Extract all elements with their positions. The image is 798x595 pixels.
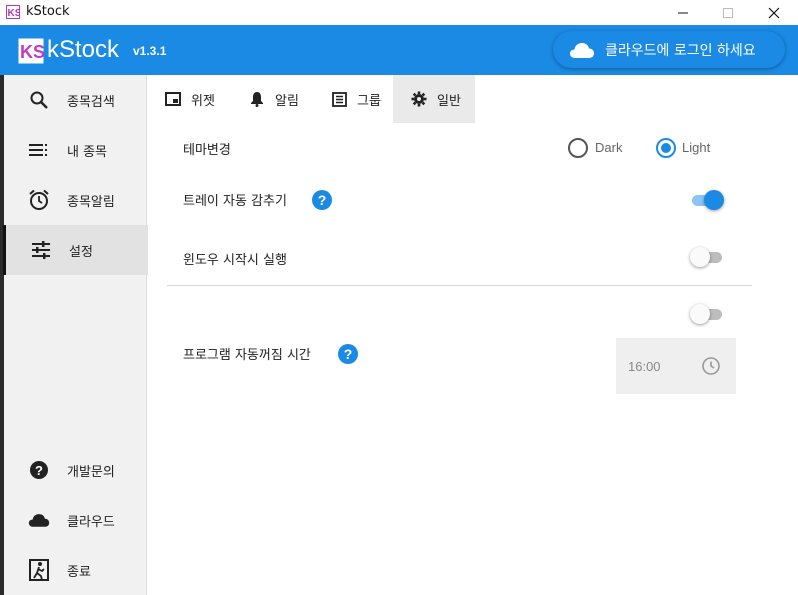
tab-widget[interactable]: 위젯 [155, 75, 233, 123]
sidebar-item-settings[interactable]: 설정 [3, 225, 148, 275]
auto-off-time-picker[interactable]: 16:00 [616, 338, 736, 394]
clock-icon [702, 357, 720, 375]
tab-label: 그룹 [357, 93, 381, 109]
app-name: kStock [47, 36, 120, 63]
sidebar-item-exit[interactable]: 종료 [4, 545, 146, 595]
list-icon [28, 139, 50, 161]
sidebar-item-my-stocks[interactable]: 내 종목 [4, 125, 146, 175]
cloud-login-button[interactable]: 클라우드에 로그인 하세요 [553, 31, 785, 68]
sidebar-item-label: 설정 [69, 244, 93, 260]
close-button[interactable] [751, 0, 796, 25]
window-title: kStock [26, 4, 70, 19]
tab-label: 위젯 [191, 93, 215, 109]
cloud-icon [28, 509, 50, 531]
sliders-icon [30, 239, 52, 261]
gear-icon [411, 91, 427, 107]
tray-hide-help-icon[interactable]: ? [312, 190, 332, 210]
cloud-login-label: 클라우드에 로그인 하세요 [605, 42, 756, 59]
kstock-logo-icon: KS [18, 38, 44, 64]
sidebar-item-cloud[interactable]: 클라우드 [4, 495, 146, 545]
sidebar-item-label: 클라우드 [67, 514, 115, 530]
sidebar-item-label: 종목알림 [67, 194, 115, 210]
sidebar-item-label: 내 종목 [67, 144, 108, 160]
alarm-clock-icon [28, 189, 50, 211]
minimize-button[interactable] [660, 0, 705, 25]
sidebar-item-label: 종목검색 [67, 94, 115, 110]
section-divider [167, 285, 752, 286]
tab-label: 일반 [437, 93, 461, 109]
auto-off-toggle[interactable] [690, 304, 724, 324]
group-list-icon [331, 91, 347, 107]
app-header: KS kStock v1.3.1 클라우드에 로그인 하세요 [0, 25, 798, 75]
tab-groups[interactable]: 그룹 [321, 75, 399, 123]
settings-tabs: 위젯 알림 그룹 일반 [147, 75, 798, 123]
theme-light-radio[interactable] [656, 138, 676, 158]
window-titlebar: KS kStock [0, 0, 798, 25]
sidebar-item-label: 종료 [67, 564, 91, 580]
close-icon [768, 7, 779, 18]
tab-general[interactable]: 일반 [393, 75, 475, 123]
sidebar: 종목검색 내 종목 종목알림 설정 ? 개발문의 클라우드 종료 [3, 75, 148, 595]
minimize-icon [677, 12, 688, 13]
svg-text:?: ? [35, 463, 43, 478]
tab-label: 알림 [275, 93, 299, 109]
auto-off-time-value: 16:00 [628, 359, 661, 374]
help-circle-icon: ? [28, 459, 50, 481]
auto-off-label: 프로그램 자동꺼짐 시간 [183, 348, 311, 363]
toggle-knob [690, 304, 710, 324]
toggle-knob [690, 247, 710, 267]
exit-icon [28, 559, 50, 581]
theme-dark-radio[interactable] [568, 138, 588, 158]
bell-icon [249, 91, 265, 107]
tray-hide-toggle[interactable] [690, 190, 724, 210]
sidebar-item-dev-inquiry[interactable]: ? 개발문의 [4, 445, 146, 495]
auto-off-help-icon[interactable]: ? [338, 344, 358, 364]
widget-icon [165, 91, 181, 107]
app-version: v1.3.1 [133, 44, 167, 58]
tab-alerts[interactable]: 알림 [239, 75, 317, 123]
toggle-knob [704, 190, 724, 210]
tray-hide-label: 트레이 자동 감추기 [183, 194, 287, 209]
sidebar-item-label: 개발문의 [67, 464, 115, 480]
theme-dark-label: Dark [595, 140, 623, 155]
startup-toggle[interactable] [690, 247, 724, 267]
sidebar-item-stock-search[interactable]: 종목검색 [4, 75, 146, 125]
sidebar-item-stock-alerts[interactable]: 종목알림 [4, 175, 146, 225]
theme-label: 테마변경 [183, 143, 231, 158]
maximize-button[interactable] [705, 0, 750, 25]
svg-text:KS: KS [20, 42, 44, 62]
search-icon [28, 89, 50, 111]
kstock-logo-icon: KS [6, 5, 20, 19]
maximize-icon [722, 7, 733, 18]
cloud-icon [570, 42, 594, 58]
startup-label: 윈도우 시작시 실행 [183, 253, 287, 268]
theme-light-label: Light [682, 140, 711, 155]
svg-text:KS: KS [8, 8, 21, 19]
